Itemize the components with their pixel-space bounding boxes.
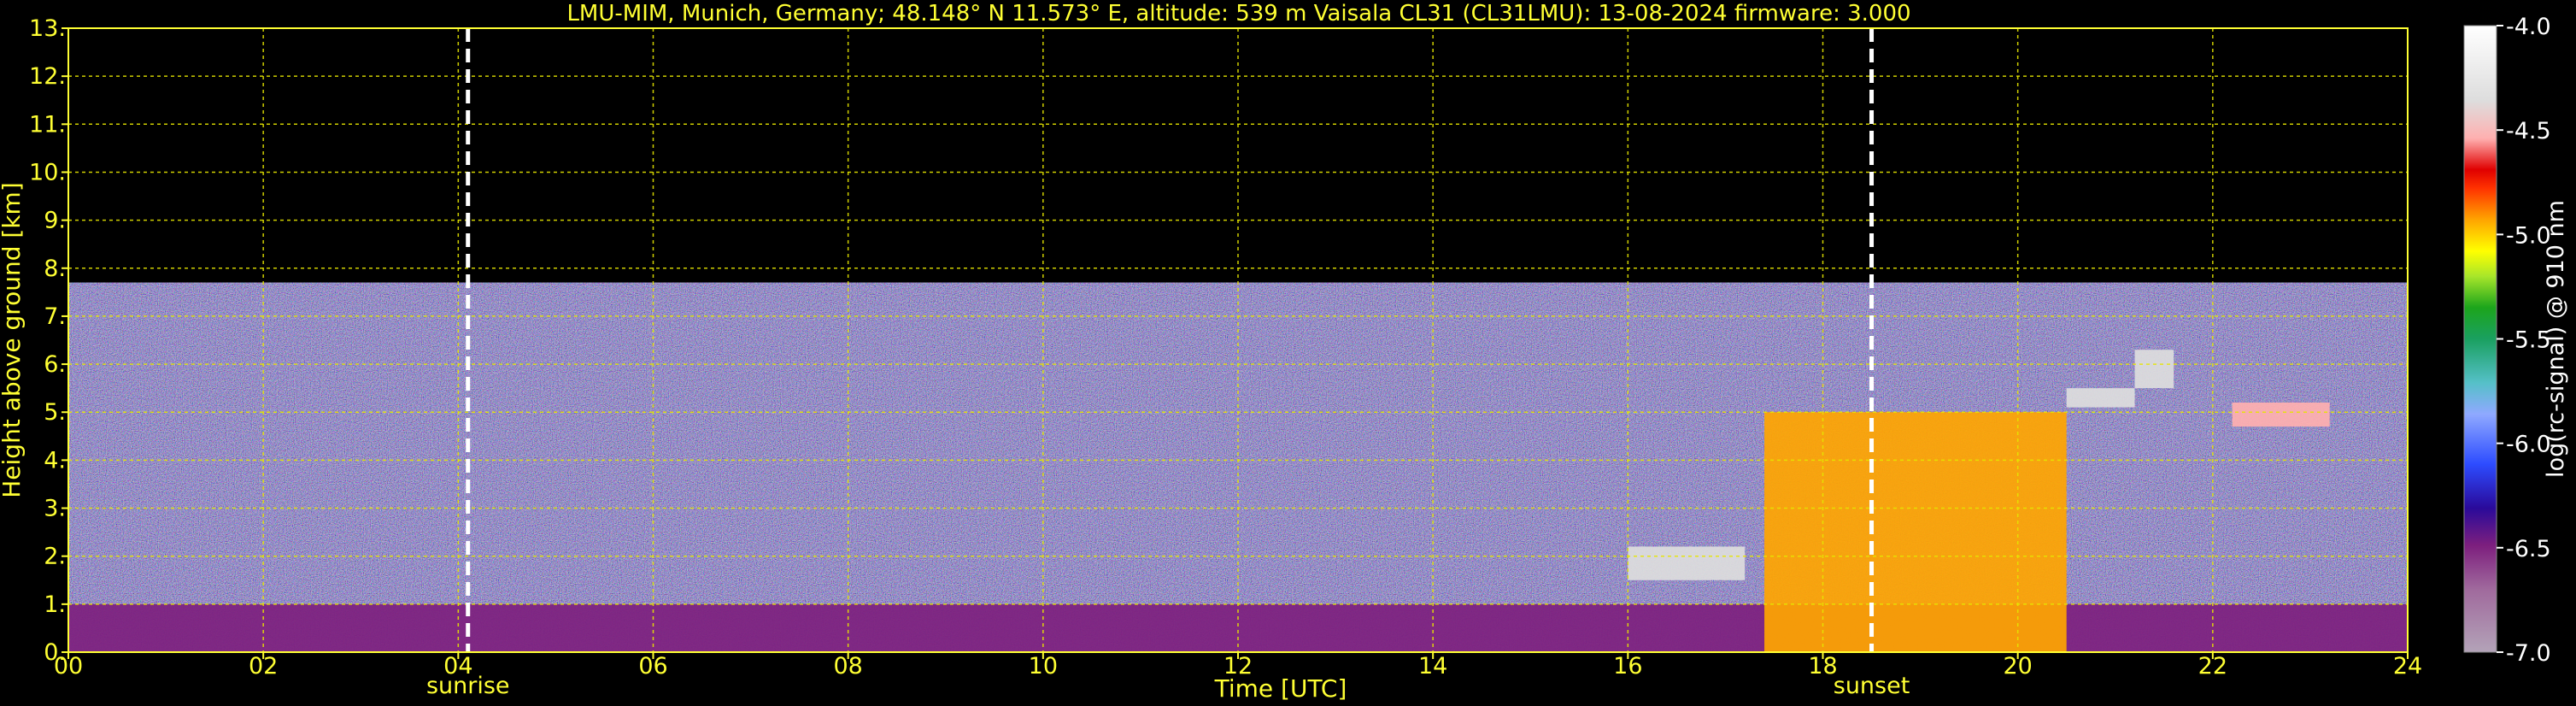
- x-axis-label: Time [UTC]: [1214, 674, 1347, 703]
- colorbar-tick-label-6: -4.0: [2506, 14, 2551, 40]
- y-axis-label: Height above ground [km]: [0, 182, 26, 498]
- y-tick-label-0: 0.: [44, 639, 66, 666]
- colorbar-tick-label-0: -7.0: [2506, 640, 2551, 667]
- x-tick-label-5: 10: [1029, 653, 1058, 680]
- y-axis: 0. 1. 2. 3. 4. 5. 6. 7. 8. 9. 10. 11. 12. 13.: [29, 15, 68, 666]
- x-tick-label-3: 06: [638, 653, 667, 680]
- feature-convective-cloud-precipitation-2: [1764, 412, 2067, 652]
- x-tick-label-1: 02: [249, 653, 278, 680]
- feature-mid-level-cloud-5: [2232, 403, 2330, 427]
- sunset-label: sunset: [1834, 673, 1910, 699]
- plot-area: [68, 28, 2408, 652]
- colorbar-tick-label-5: -4.5: [2506, 118, 2551, 144]
- x-tick-label-12: 24: [2393, 653, 2422, 680]
- y-tick-label-4: 4.: [44, 447, 66, 474]
- x-tick-label-10: 20: [2003, 653, 2032, 680]
- y-tick-label-2: 2.: [44, 544, 66, 570]
- x-tick-label-7: 14: [1418, 653, 1447, 680]
- colorbar-tick-label-1: -6.5: [2506, 536, 2551, 562]
- x-tick-label-8: 16: [1613, 653, 1642, 680]
- colorbar: [2463, 25, 2497, 653]
- x-tick-label-11: 22: [2198, 653, 2227, 680]
- feature-mid-level-cloud-3: [2066, 388, 2135, 408]
- y-tick-label-8: 8.: [44, 256, 66, 282]
- y-tick-label-7: 7.: [44, 303, 66, 330]
- y-tick-label-12: 12.: [29, 63, 66, 90]
- y-tick-label-5: 5.: [44, 399, 66, 426]
- y-tick-label-10: 10.: [29, 159, 66, 185]
- y-tick-label-1: 1.: [44, 591, 66, 618]
- y-tick-label-3: 3.: [44, 496, 66, 522]
- y-tick-label-11: 11.: [29, 111, 66, 138]
- feature-low-cloud-1: [1628, 546, 1746, 580]
- x-tick-label-4: 08: [833, 653, 862, 680]
- ceilometer-chart: LMU-MIM, Munich, Germany; 48.148° N 11.5…: [0, 1, 2569, 703]
- y-tick-label-9: 9.: [44, 208, 66, 234]
- feature-mid-level-cloud-4: [2134, 350, 2174, 389]
- y-tick-label-6: 6.: [44, 351, 66, 378]
- sunrise-label: sunrise: [426, 673, 510, 699]
- colorbar-label: log(rc-signal) @ 910 nm: [2543, 200, 2569, 478]
- y-tick-label-13: 13.: [29, 15, 66, 42]
- chart-title: LMU-MIM, Munich, Germany; 48.148° N 11.5…: [566, 1, 1910, 26]
